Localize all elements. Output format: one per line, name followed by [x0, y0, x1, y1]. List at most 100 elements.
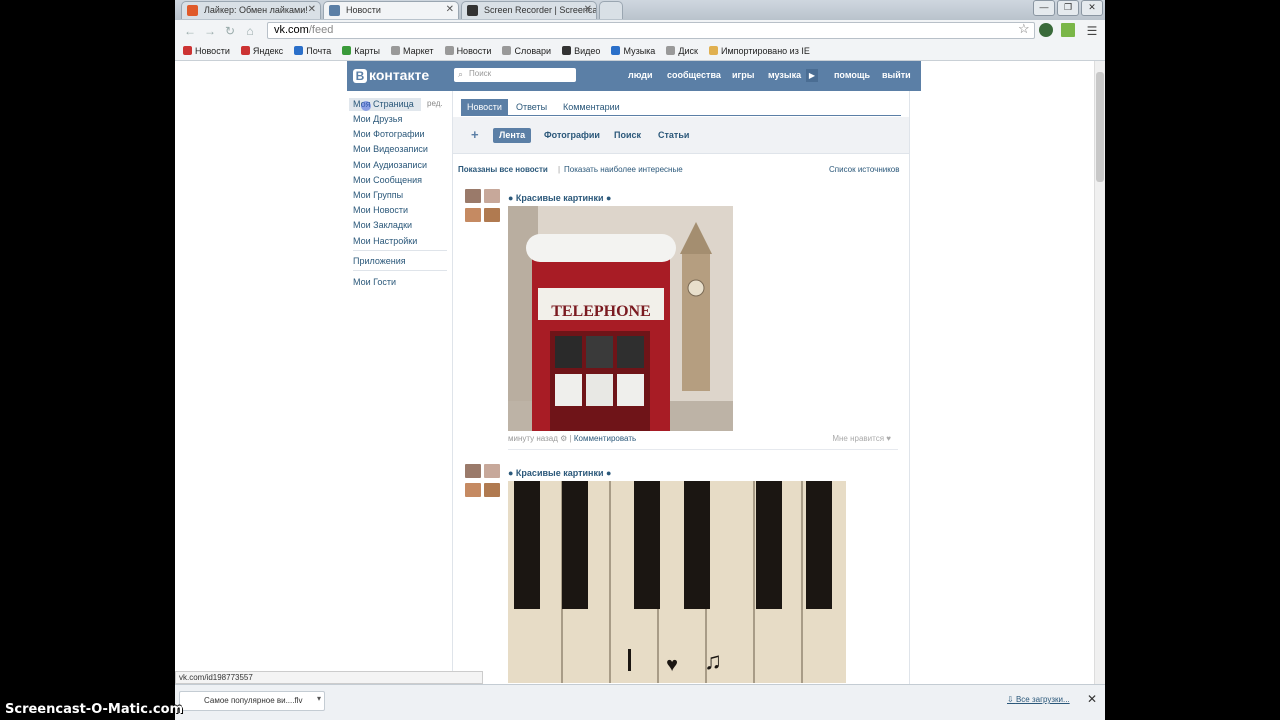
vk-search-input[interactable]: ⌕ Поиск	[454, 68, 576, 82]
menu-audio[interactable]: Мои Аудиозаписи	[353, 160, 427, 170]
group-avatar[interactable]	[465, 464, 501, 500]
nav-help[interactable]: помощь	[834, 70, 870, 80]
nav-games[interactable]: игры	[732, 70, 754, 80]
vk-logo[interactable]: Вконтакте	[353, 67, 429, 83]
nav-logout[interactable]: выйти	[882, 70, 911, 80]
menu-groups[interactable]: Мои Группы	[353, 190, 403, 200]
bookmark-item[interactable]: Маркет	[391, 42, 434, 60]
home-icon[interactable]: ⌂	[243, 24, 257, 38]
avatar	[465, 189, 481, 203]
close-window-icon[interactable]: ✕	[1081, 0, 1103, 16]
bookmark-item[interactable]: Новости	[183, 42, 230, 60]
bookmark-icon	[562, 46, 572, 55]
mouse-cursor	[361, 101, 371, 111]
new-tab-button[interactable]	[599, 1, 623, 19]
svg-text:♫: ♫	[704, 648, 722, 675]
bookmark-item[interactable]: Словари	[502, 42, 551, 60]
chevron-down-icon[interactable]: ▾	[317, 694, 321, 703]
close-icon[interactable]: ✕	[308, 4, 316, 15]
post-meta: минуту назад ⚙ | Комментировать	[508, 434, 637, 443]
scrollbar-thumb[interactable]	[1096, 72, 1104, 182]
avatar	[465, 208, 481, 222]
tab-comments[interactable]: Комментарии	[557, 99, 626, 115]
post-photo[interactable]: TELEPHONE	[508, 206, 733, 431]
avatar	[484, 189, 500, 203]
reload-icon[interactable]: ↻	[223, 24, 237, 38]
status-url: vk.com/id198773557	[175, 671, 483, 684]
star-icon[interactable]: ☆	[1018, 21, 1030, 37]
menu-icon[interactable]: ☰	[1085, 24, 1099, 38]
tab-news[interactable]: Новости ✕	[323, 1, 459, 19]
bookmark-item[interactable]: Видео	[562, 42, 600, 60]
avatar	[465, 464, 481, 478]
menu-news[interactable]: Мои Новости	[353, 205, 408, 215]
menu-apps[interactable]: Приложения	[353, 256, 406, 266]
all-downloads-link[interactable]: ⇩ Все загрузки...	[1007, 695, 1070, 704]
download-item[interactable]: Самое популярное ви....flv ▾	[179, 691, 325, 711]
forward-icon[interactable]: →	[203, 24, 217, 38]
menu-messages[interactable]: Мои Сообщения	[353, 175, 422, 185]
subtab-articles[interactable]: Статьи	[652, 128, 695, 143]
gear-icon: ⚙	[560, 434, 568, 443]
menu-guests[interactable]: Мои Гости	[353, 277, 396, 287]
avatar	[484, 464, 500, 478]
address-bar[interactable]: vk.com/feed	[267, 22, 1035, 39]
nav-music[interactable]: музыка	[768, 70, 801, 80]
menu-edit-link[interactable]: ред.	[427, 99, 443, 108]
tab-title: Screen Recorder | Screenca	[484, 5, 597, 15]
signal-icon[interactable]	[1061, 23, 1075, 37]
group-avatar[interactable]	[465, 189, 501, 225]
back-icon[interactable]: ←	[183, 24, 197, 38]
bookmark-icon	[666, 46, 676, 55]
nav-communities[interactable]: сообщества	[667, 70, 721, 80]
bookmark-item[interactable]: Яндекс	[240, 42, 283, 60]
tab-screen-recorder[interactable]: Screen Recorder | Screenca ✕	[461, 1, 597, 19]
menu-videos[interactable]: Мои Видеозаписи	[353, 144, 428, 154]
bookmark-item[interactable]: Диск	[666, 42, 698, 60]
group-name[interactable]: ● Красивые картинки ●	[508, 468, 611, 478]
address-host: vk.com	[274, 24, 309, 36]
close-icon[interactable]: ✕	[1087, 692, 1097, 706]
nav-people[interactable]: люди	[628, 70, 653, 80]
close-icon[interactable]: ✕	[584, 4, 592, 15]
extension-icon[interactable]	[1039, 23, 1053, 37]
sources-list-link[interactable]: Список источников	[829, 165, 900, 174]
bookmark-icon	[611, 46, 621, 55]
bookmark-item[interactable]: Музыка	[611, 42, 655, 60]
tab-liker[interactable]: Лайкер: Обмен лайками! ✕	[181, 1, 321, 19]
maximize-icon[interactable]: ❐	[1057, 0, 1079, 16]
group-name[interactable]: ● Красивые картинки ●	[508, 193, 611, 203]
bookmark-item[interactable]: Почта	[294, 42, 331, 60]
menu-settings[interactable]: Мои Настройки	[353, 236, 417, 246]
tab-news[interactable]: Новости	[461, 99, 508, 115]
menu-friends[interactable]: Мои Друзья	[353, 114, 402, 124]
vk-header: Вконтакте ⌕ Поиск люди сообщества игры му…	[347, 61, 921, 91]
search-placeholder: Поиск	[469, 69, 492, 78]
comment-link[interactable]: Комментировать	[574, 434, 636, 443]
bookmark-item[interactable]: Карты	[342, 42, 380, 60]
tab-replies[interactable]: Ответы	[510, 99, 553, 115]
address-path: /feed	[308, 24, 334, 36]
minimize-icon[interactable]: —	[1033, 0, 1055, 16]
filter-interesting[interactable]: Показать наиболее интересные	[564, 165, 683, 174]
play-icon[interactable]: ▶	[806, 69, 818, 82]
post-photo[interactable]: ♥ ♫	[508, 481, 846, 683]
close-icon[interactable]: ✕	[446, 4, 454, 15]
add-icon[interactable]: +	[471, 127, 479, 142]
post-time: минуту назад	[508, 434, 558, 443]
avatar	[484, 208, 500, 222]
bookmark-item[interactable]: Новости	[444, 42, 491, 60]
subtab-feed[interactable]: Лента	[493, 128, 532, 143]
like-button[interactable]: Мне нравится ♥	[832, 434, 891, 443]
post: ● Красивые картинки ● ♥ ♫	[453, 464, 909, 684]
window-controls: — ❐ ✕	[1031, 0, 1103, 16]
menu-bookmarks[interactable]: Мои Закладки	[353, 220, 412, 230]
menu-photos[interactable]: Мои Фотографии	[353, 129, 425, 139]
bookmark-folder[interactable]: Импортировано из IE	[709, 42, 810, 60]
tabs-underline	[461, 115, 901, 116]
filter-all-news[interactable]: Показаны все новости	[458, 165, 548, 174]
subtab-search[interactable]: Поиск	[608, 128, 647, 143]
subtab-photos[interactable]: Фотографии	[538, 128, 606, 143]
filter-separator: |	[558, 165, 561, 174]
folder-icon	[709, 46, 718, 55]
